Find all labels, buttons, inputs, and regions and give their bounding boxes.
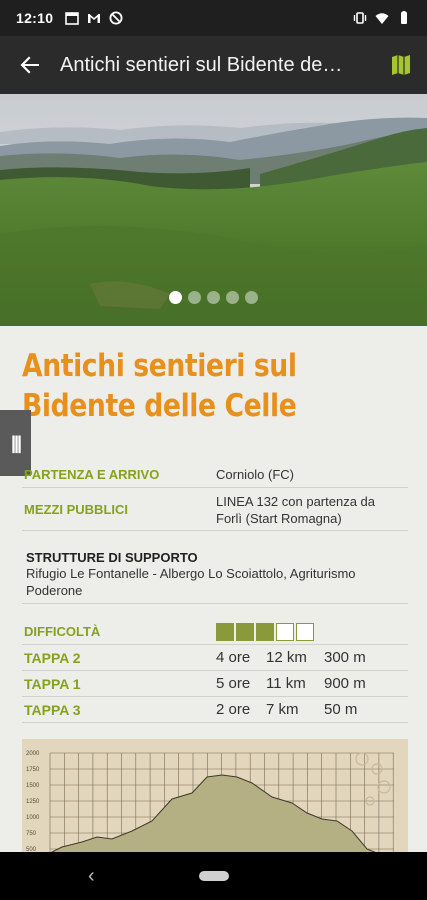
app-bar: Antichi sentieri sul Bidente de… [0, 36, 427, 94]
info-value-line: Poderone [26, 583, 83, 598]
trail-title-line2: Bidente delle Celle [22, 388, 297, 424]
info-label: DIFFICOLTÀ [24, 624, 101, 639]
photo-gallery[interactable] [0, 94, 427, 326]
tappa-row: TAPPA 2 4 ore 12 km 300 m [22, 645, 408, 671]
info-row-partenza: PARTENZA E ARRIVO Corniolo (FC) [22, 462, 408, 488]
info-label: MEZZI PUBBLICI [24, 502, 128, 517]
tappa-values: 5 ore 11 km 900 m [216, 675, 366, 692]
info-value-line: Forlì (Start Romagna) [216, 510, 342, 526]
y-tick-label: 1500 [26, 783, 40, 789]
tappa-time: 4 ore [216, 649, 251, 666]
tappa-row: TAPPA 3 2 ore 7 km 50 m [22, 697, 408, 723]
difficulty-box [276, 622, 294, 641]
y-tick-label: 1250 [26, 799, 40, 805]
difficulty-box [256, 622, 274, 641]
gmail-icon [88, 14, 101, 23]
tappa-distance: 12 km [266, 649, 307, 666]
info-label: STRUTTURE DI SUPPORTO [26, 550, 198, 565]
info-row-mezzi: MEZZI PUBBLICI LINEA 132 con partenza da… [22, 489, 408, 531]
map-icon [392, 55, 410, 75]
info-value-line: LINEA 132 con partenza da [216, 493, 376, 509]
y-tick-label: 1000 [26, 815, 40, 821]
gallery-dot[interactable] [188, 291, 201, 304]
battery-icon [401, 11, 407, 24]
info-row-difficolta: DIFFICOLTÀ [22, 619, 408, 645]
tappa-time: 5 ore [216, 675, 251, 692]
info-label: PARTENZA E ARRIVO [24, 467, 160, 482]
wifi-icon [375, 13, 389, 24]
status-bar: 12:10 [0, 0, 427, 36]
map-button[interactable] [375, 36, 427, 94]
tappa-time: 2 ore [216, 701, 251, 718]
tappa-values: 2 ore 7 km 50 m [216, 701, 357, 718]
info-value: Corniolo (FC) [216, 467, 295, 482]
page-title: Antichi sentieri sul Bidente de… [60, 53, 343, 76]
tappa-elevation: 300 m [324, 649, 366, 666]
calendar-icon [65, 12, 80, 25]
status-time: 12:10 [16, 10, 54, 26]
y-tick-label: 1750 [26, 767, 40, 773]
tappa-values: 4 ore 12 km 300 m [216, 649, 366, 666]
gallery-dot[interactable] [169, 291, 182, 304]
y-tick-label: 750 [26, 831, 37, 837]
arrow-left-icon [20, 56, 39, 74]
tappa-label: TAPPA 3 [24, 701, 81, 718]
gallery-dot[interactable] [207, 291, 220, 304]
tappa-elevation: 900 m [324, 675, 366, 692]
trail-title-line1: Antichi sentieri sul [22, 348, 297, 384]
trail-title: Antichi sentieri sul Bidente delle Celle [22, 346, 332, 426]
tappa-distance: 7 km [266, 701, 299, 718]
difficulty-meter [216, 622, 314, 641]
difficulty-box [216, 622, 234, 641]
no-disturb-icon [109, 11, 123, 25]
menu-bars-icon: ||| [10, 432, 22, 453]
info-row-strutture: STRUTTURE DI SUPPORTO Rifugio Le Fontane… [22, 548, 408, 604]
difficulty-box [236, 622, 254, 641]
tappa-label: TAPPA 1 [24, 675, 81, 692]
vibrate-icon [353, 12, 367, 24]
back-button[interactable] [0, 36, 60, 94]
tappa-elevation: 50 m [324, 701, 358, 718]
y-tick-label: 2000 [26, 751, 40, 757]
info-value-line: Rifugio Le Fontanelle - Albergo Lo Scoia… [26, 566, 356, 581]
tappa-row: TAPPA 1 5 ore 11 km 900 m [22, 671, 408, 697]
elevation-chart: 20001750150012501000750500 [22, 739, 408, 853]
tappa-label: TAPPA 2 [24, 649, 81, 666]
elevation-profile: 2000 1750 1500 1250 1000 750 500 [22, 739, 408, 853]
difficulty-box [296, 622, 314, 641]
gallery-dot[interactable] [226, 291, 239, 304]
info-value: LINEA 132 con partenza da Forlì (Start R… [216, 493, 375, 527]
gallery-dot[interactable] [245, 291, 258, 304]
tappa-distance: 11 km [266, 675, 306, 692]
nav-back-icon[interactable]: ‹ [88, 865, 95, 888]
system-nav-bar: ‹ [0, 852, 427, 900]
nav-home-pill[interactable] [198, 871, 229, 881]
gallery-dots [0, 291, 427, 304]
